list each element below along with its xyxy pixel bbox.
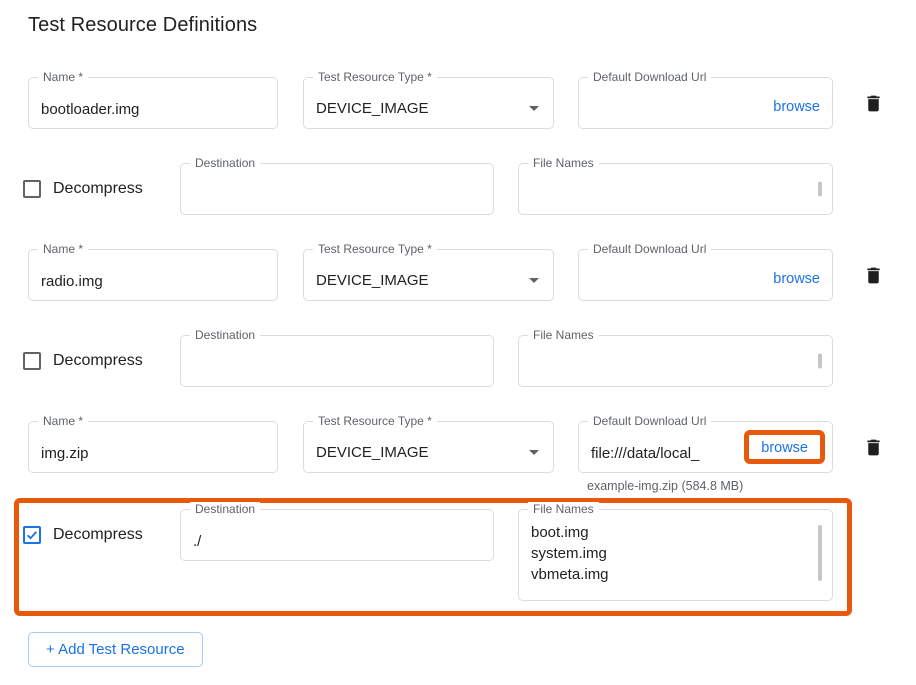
- browse-link[interactable]: browse: [773, 263, 820, 287]
- decompress-checkbox[interactable]: [23, 352, 41, 370]
- destination-input[interactable]: [181, 510, 493, 560]
- page-title: Test Resource Definitions: [28, 14, 916, 37]
- type-value: DEVICE_IMAGE: [316, 100, 529, 117]
- name-input[interactable]: [29, 250, 277, 300]
- delete-resource-button[interactable]: [861, 263, 885, 287]
- trash-icon: [863, 265, 884, 286]
- type-value: DEVICE_IMAGE: [316, 444, 529, 461]
- name-label: Name *: [38, 242, 88, 257]
- decompress-checkbox-wrap[interactable]: Decompress: [23, 335, 180, 387]
- name-input[interactable]: [29, 422, 277, 472]
- destination-field[interactable]: Destination: [180, 163, 494, 215]
- url-input[interactable]: [579, 78, 773, 128]
- file-names-label: File Names: [528, 502, 599, 517]
- type-label: Test Resource Type *: [313, 70, 437, 85]
- file-names-label: File Names: [528, 156, 599, 171]
- destination-field[interactable]: Destination: [180, 335, 494, 387]
- resource-row-2: Name * Test Resource Type * DEVICE_IMAGE…: [28, 249, 916, 301]
- destination-label: Destination: [190, 156, 260, 171]
- type-label: Test Resource Type *: [313, 242, 437, 257]
- highlight-browse-annotation: browse: [744, 430, 825, 464]
- delete-resource-button[interactable]: [861, 435, 885, 459]
- highlight-decompress-annotation: Decompress Destination File Names boot.i…: [14, 498, 852, 616]
- url-input[interactable]: [579, 250, 773, 300]
- default-download-url-field[interactable]: Default Download Url browse example-img.…: [578, 421, 833, 473]
- decompress-label: Decompress: [53, 526, 143, 544]
- decompress-label: Decompress: [53, 352, 143, 370]
- file-names-field[interactable]: File Names boot.img system.img vbmeta.im…: [518, 509, 833, 601]
- type-value: DEVICE_IMAGE: [316, 272, 529, 289]
- delete-resource-button[interactable]: [861, 91, 885, 115]
- name-input[interactable]: [29, 78, 277, 128]
- decompress-row-2: Decompress Destination File Names: [23, 335, 916, 387]
- url-label: Default Download Url: [588, 414, 711, 429]
- destination-label: Destination: [190, 328, 260, 343]
- name-field[interactable]: Name *: [28, 421, 278, 473]
- destination-field[interactable]: Destination: [180, 509, 494, 561]
- destination-label: Destination: [190, 502, 260, 517]
- browse-link[interactable]: browse: [761, 438, 808, 456]
- type-label: Test Resource Type *: [313, 414, 437, 429]
- destination-input[interactable]: [181, 336, 493, 386]
- scrollbar-thumb[interactable]: [818, 354, 822, 369]
- decompress-row-1: Decompress Destination File Names: [23, 163, 916, 215]
- test-resource-type-select[interactable]: Test Resource Type * DEVICE_IMAGE: [303, 249, 554, 301]
- decompress-checkbox-wrap[interactable]: Decompress: [23, 163, 180, 215]
- default-download-url-field[interactable]: Default Download Url browse: [578, 249, 833, 301]
- destination-input[interactable]: [181, 164, 493, 214]
- dropdown-arrow-icon: [529, 278, 539, 283]
- test-resource-type-select[interactable]: Test Resource Type * DEVICE_IMAGE: [303, 421, 554, 473]
- add-test-resource-button[interactable]: + Add Test Resource: [28, 632, 203, 667]
- name-label: Name *: [38, 70, 88, 85]
- decompress-row-3: Decompress Destination File Names boot.i…: [23, 509, 847, 601]
- scrollbar-thumb[interactable]: [818, 182, 822, 197]
- resource-row-1: Name * Test Resource Type * DEVICE_IMAGE…: [28, 77, 916, 129]
- default-download-url-field[interactable]: Default Download Url browse: [578, 77, 833, 129]
- url-label: Default Download Url: [588, 70, 711, 85]
- url-input[interactable]: [579, 422, 744, 472]
- scrollbar-thumb[interactable]: [818, 525, 822, 581]
- name-field[interactable]: Name *: [28, 249, 278, 301]
- test-resource-type-select[interactable]: Test Resource Type * DEVICE_IMAGE: [303, 77, 554, 129]
- resource-row-3: Name * Test Resource Type * DEVICE_IMAGE…: [28, 421, 916, 473]
- url-helper-text: example-img.zip (584.8 MB): [587, 479, 743, 493]
- url-label: Default Download Url: [588, 242, 711, 257]
- test-resource-definitions-form: Test Resource Definitions Name * Test Re…: [0, 0, 916, 685]
- trash-icon: [863, 93, 884, 114]
- file-names-value[interactable]: boot.img system.img vbmeta.img: [519, 510, 832, 585]
- name-label: Name *: [38, 414, 88, 429]
- decompress-checkbox-wrap[interactable]: Decompress: [23, 509, 180, 561]
- dropdown-arrow-icon: [529, 106, 539, 111]
- file-names-field[interactable]: File Names: [518, 163, 833, 215]
- dropdown-arrow-icon: [529, 450, 539, 455]
- decompress-checkbox[interactable]: [23, 180, 41, 198]
- browse-link[interactable]: browse: [773, 91, 820, 115]
- decompress-label: Decompress: [53, 180, 143, 198]
- file-names-label: File Names: [528, 328, 599, 343]
- decompress-checkbox-checked[interactable]: [23, 526, 41, 544]
- file-names-field[interactable]: File Names: [518, 335, 833, 387]
- trash-icon: [863, 437, 884, 458]
- name-field[interactable]: Name *: [28, 77, 278, 129]
